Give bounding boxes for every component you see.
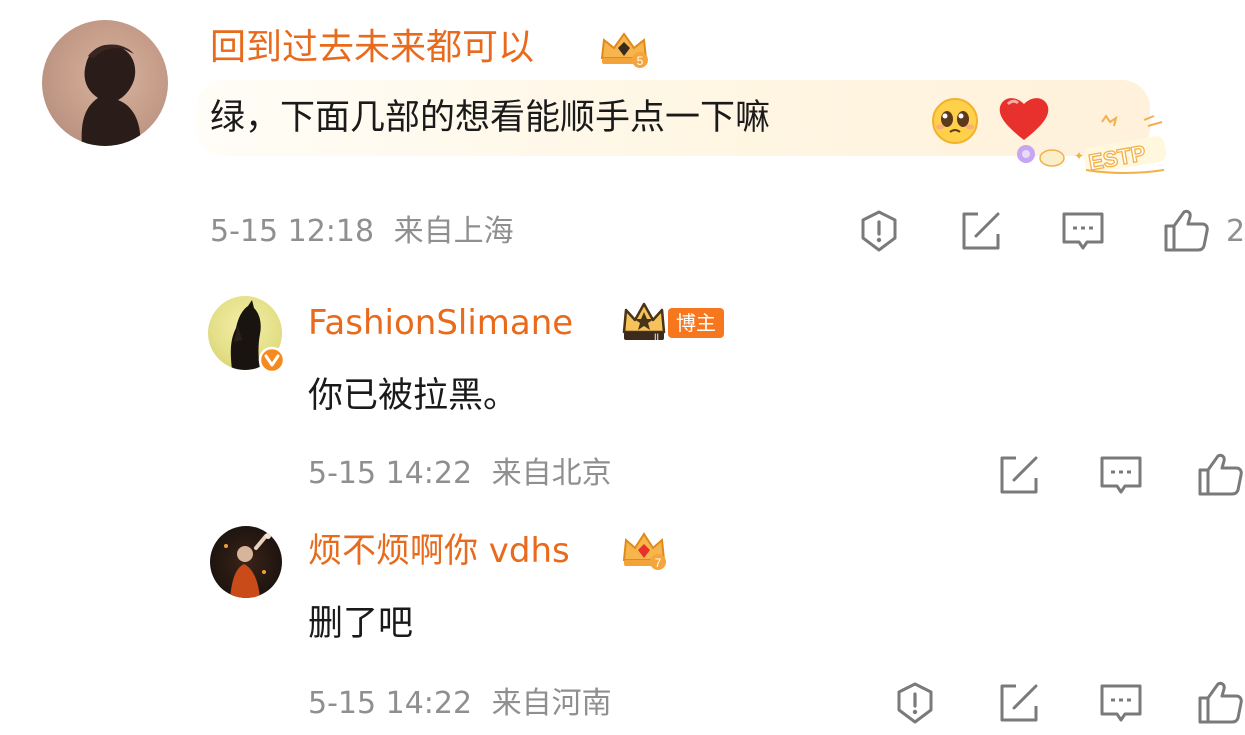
comment-time: 5-15 12:18 来自上海: [210, 214, 514, 250]
reply-timestamp: 5-15 14:22: [308, 686, 473, 721]
reply-icon[interactable]: [1098, 680, 1144, 726]
crown-gem-level-badge-icon[interactable]: 7: [620, 530, 668, 572]
svg-text:5: 5: [637, 54, 644, 68]
username[interactable]: 回到过去未来都可以: [210, 26, 534, 70]
reply-text: 删了吧: [308, 604, 414, 644]
avatar[interactable]: [210, 526, 282, 598]
crown-level-badge-icon[interactable]: II: [620, 298, 668, 344]
comment-location: 来自上海: [393, 214, 514, 249]
reply-icon[interactable]: [1060, 208, 1106, 254]
host-badge: 博主: [668, 308, 724, 338]
comment-text: 绿，下面几部的想看能顺手点一下嘛: [210, 98, 771, 138]
repost-icon[interactable]: [996, 680, 1042, 726]
like-icon[interactable]: [1196, 678, 1244, 726]
reply-location: 来自河南: [491, 686, 612, 721]
report-icon[interactable]: [856, 208, 902, 254]
avatar[interactable]: [42, 20, 168, 146]
report-icon[interactable]: [892, 680, 938, 726]
username[interactable]: FashionSlimane: [308, 302, 573, 344]
reply-time: 5-15 14:22 来自河南: [308, 686, 612, 722]
svg-text:7: 7: [655, 556, 662, 570]
reply-time: 5-15 14:22 来自北京: [308, 456, 612, 492]
comment-timestamp: 5-15 12:18: [210, 214, 375, 249]
estp-bubble-decoration-icon: ✦ ESTP: [1004, 112, 1170, 178]
like-icon[interactable]: [1196, 450, 1244, 498]
reply-location: 来自北京: [491, 456, 612, 491]
repost-icon[interactable]: [958, 208, 1004, 254]
reply-icon[interactable]: [1098, 452, 1144, 498]
reply-timestamp: 5-15 14:22: [308, 456, 473, 491]
username[interactable]: 烦不烦啊你 vdhs: [308, 530, 570, 572]
avatar-silhouette: [81, 44, 141, 146]
like-icon[interactable]: [1162, 206, 1210, 254]
verified-v-icon: [258, 346, 286, 374]
pleading-face-emoji-icon: [930, 96, 980, 146]
svg-text:II: II: [654, 332, 659, 342]
svg-text:ESTP: ESTP: [1087, 140, 1148, 175]
repost-icon[interactable]: [996, 452, 1042, 498]
performer-avatar-image: [224, 533, 271, 598]
reply-text: 你已被拉黑。: [308, 376, 519, 416]
svg-text:✦: ✦: [1074, 149, 1084, 163]
like-count: 2: [1226, 214, 1245, 249]
crown-gem-level-badge-icon[interactable]: 5: [596, 28, 652, 70]
